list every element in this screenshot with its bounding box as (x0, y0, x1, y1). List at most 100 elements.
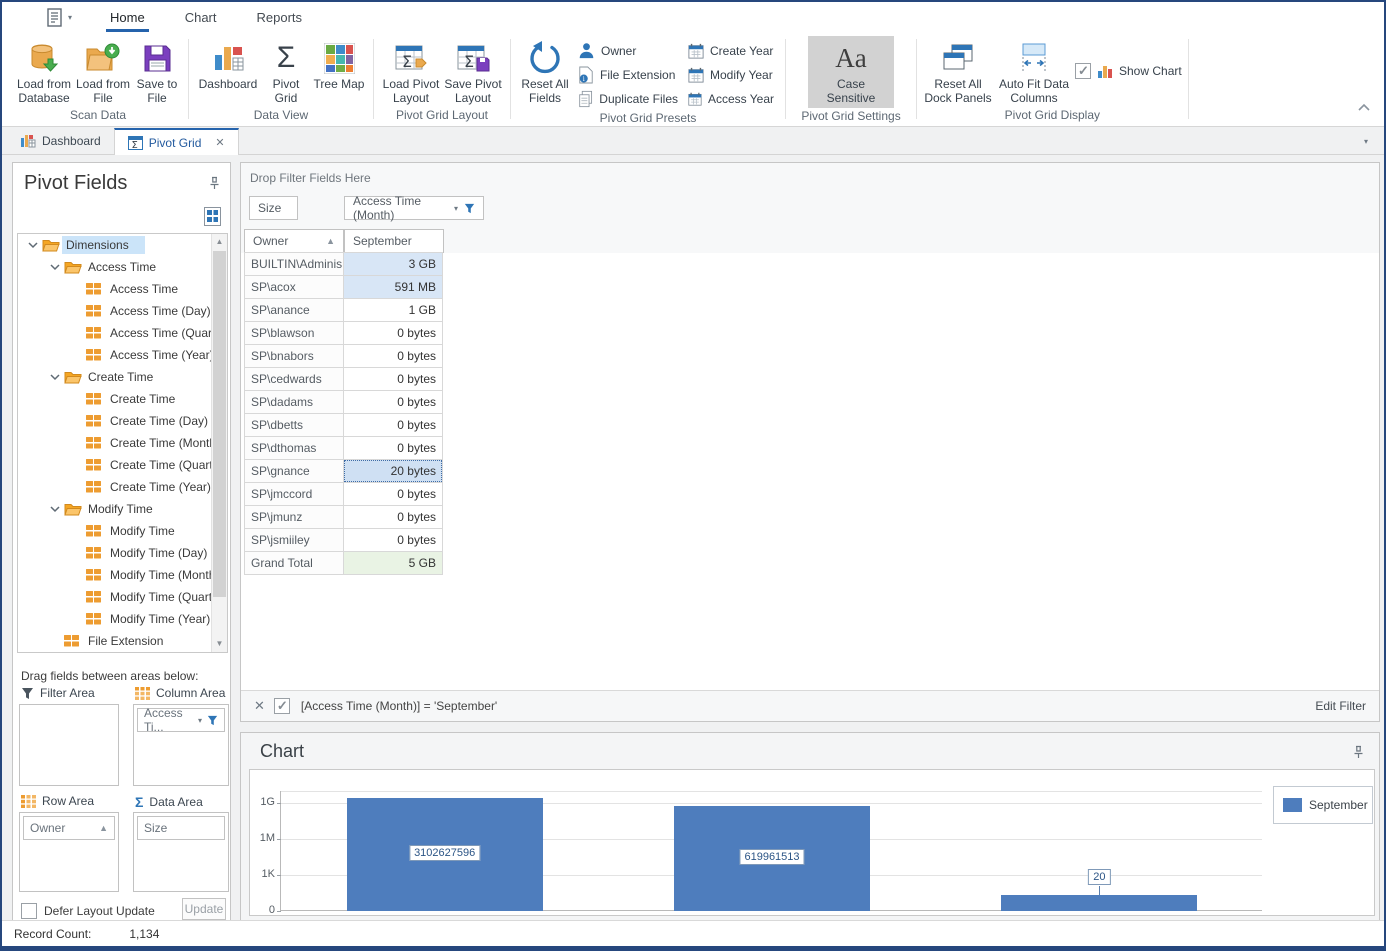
edit-filter-button[interactable]: Edit Filter (1315, 699, 1366, 713)
tree-item[interactable]: Create Time (18, 366, 211, 388)
load-from-file-button[interactable]: Load from File (74, 36, 132, 106)
file-extension-preset-button[interactable]: i File Extension (573, 63, 683, 86)
tree-item[interactable]: Access Time (Day) (18, 300, 211, 322)
tree-item[interactable]: Create Time (Quarter) (18, 454, 211, 476)
ribbon-tab-home[interactable]: Home (90, 5, 165, 30)
owner-preset-button[interactable]: Owner (573, 39, 683, 62)
row-area-box[interactable]: Owner ▲ (19, 812, 119, 892)
update-button[interactable]: Update (182, 898, 226, 920)
chart-bar[interactable] (1001, 895, 1197, 911)
data-cell[interactable]: 591 MB (343, 275, 443, 299)
data-cell[interactable]: 0 bytes (343, 390, 443, 414)
tree-item[interactable]: Create Time (Month) (18, 432, 211, 454)
column-header-september[interactable]: September (344, 229, 444, 253)
row-header-cell[interactable]: Grand Total (244, 551, 344, 575)
data-field-button[interactable]: Size (249, 196, 298, 220)
row-header-cell[interactable]: SP\anance (244, 298, 344, 322)
row-header-cell[interactable]: SP\jsmiiley (244, 528, 344, 552)
tree-item[interactable]: Create Time (Day) (18, 410, 211, 432)
tree-item[interactable]: Modify Time (18, 498, 211, 520)
data-cell[interactable]: 3 GB (343, 252, 443, 276)
dashboard-button[interactable]: Dashboard (195, 36, 261, 91)
tree-map-button[interactable]: Tree Map (311, 36, 367, 91)
show-chart-checkbox[interactable] (1075, 63, 1091, 79)
data-cell[interactable]: 0 bytes (343, 482, 443, 506)
data-cell[interactable]: 0 bytes (343, 344, 443, 368)
column-field-chip[interactable]: Access Ti... ▾ (137, 708, 225, 732)
save-pivot-layout-button[interactable]: Σ Save Pivot Layout (442, 36, 504, 106)
pin-icon[interactable] (1352, 745, 1365, 764)
data-cell[interactable]: 0 bytes (343, 505, 443, 529)
close-tab-icon[interactable]: ✕ (215, 136, 224, 149)
row-field-chip[interactable]: Owner ▲ (23, 816, 115, 840)
tab-pivot-grid[interactable]: Σ Pivot Grid ✕ (114, 128, 239, 155)
row-header-cell[interactable]: SP\acox (244, 275, 344, 299)
tree-item[interactable]: Modify Time (Month) (18, 564, 211, 586)
tree-item[interactable]: Dimensions (18, 234, 211, 256)
scroll-down-icon[interactable]: ▼ (212, 636, 227, 652)
pivot-grid-button[interactable]: Σ Pivot Grid (261, 36, 311, 106)
defer-layout-checkbox[interactable] (21, 903, 37, 919)
create-year-preset-button[interactable]: Create Year (683, 39, 779, 62)
scrollbar-thumb[interactable] (213, 251, 226, 597)
auto-fit-data-columns-button[interactable]: Auto Fit Data Columns (993, 36, 1075, 106)
chevron-down-icon[interactable] (46, 372, 64, 382)
row-header-cell[interactable]: SP\jmccord (244, 482, 344, 506)
field-list-layout-icon[interactable] (204, 207, 221, 229)
tree-item[interactable]: Modify Time (Year) (18, 608, 211, 630)
defer-layout-update-toggle[interactable]: Defer Layout Update (21, 903, 155, 919)
filter-header-area[interactable]: Drop Filter Fields Here Size Access Time… (241, 163, 1379, 253)
data-cell[interactable]: 5 GB (343, 551, 443, 575)
filter-area-box[interactable] (19, 704, 119, 786)
show-chart-toggle[interactable]: Show Chart (1075, 63, 1182, 79)
filter-enabled-checkbox[interactable] (274, 698, 290, 714)
tree-item[interactable]: Access Time (18, 278, 211, 300)
scroll-up-icon[interactable]: ▲ (212, 234, 227, 250)
row-header-cell[interactable]: SP\jmunz (244, 505, 344, 529)
row-field-button[interactable]: Owner ▲ (244, 229, 344, 253)
tree-item[interactable]: Modify Time (Quart... (18, 586, 211, 608)
data-cell[interactable]: 0 bytes (343, 413, 443, 437)
column-field-button[interactable]: Access Time (Month) ▾ (344, 196, 484, 220)
reset-all-dock-panels-button[interactable]: Reset All Dock Panels (923, 36, 993, 106)
data-cell[interactable]: 0 bytes (343, 367, 443, 391)
remove-filter-icon[interactable]: ✕ (254, 698, 265, 714)
row-header-cell[interactable]: SP\dthomas (244, 436, 344, 460)
data-cell[interactable]: 0 bytes (343, 321, 443, 345)
load-from-database-button[interactable]: Load from Database (14, 36, 74, 106)
modify-year-preset-button[interactable]: Modify Year (683, 63, 779, 86)
reset-all-fields-button[interactable]: Reset All Fields (517, 36, 573, 106)
case-sensitive-button[interactable]: Aa Case Sensitive (808, 36, 894, 108)
tree-item[interactable]: File Extension (18, 630, 211, 652)
load-pivot-layout-button[interactable]: Σ Load Pivot Layout (380, 36, 442, 106)
chevron-down-icon[interactable]: ▾ (198, 716, 202, 725)
data-cell[interactable]: 0 bytes (343, 528, 443, 552)
row-header-cell[interactable]: SP\dadams (244, 390, 344, 414)
tree-item[interactable]: Modify Time (Day) (18, 542, 211, 564)
duplicate-files-preset-button[interactable]: Duplicate Files (573, 87, 683, 110)
data-field-chip[interactable]: Size (137, 816, 225, 840)
row-header-cell[interactable]: SP\gnance (244, 459, 344, 483)
chevron-down-icon[interactable]: ▾ (454, 204, 458, 213)
row-header-cell[interactable]: BUILTIN\Adminis... (244, 252, 344, 276)
tree-item[interactable]: Create Time (Year) (18, 476, 211, 498)
row-header-cell[interactable]: SP\bnabors (244, 344, 344, 368)
tab-dashboard[interactable]: Dashboard (8, 128, 114, 154)
pin-icon[interactable] (208, 176, 221, 193)
app-menu-button[interactable]: ▾ (46, 8, 72, 27)
chevron-down-icon[interactable] (24, 240, 42, 250)
tree-item[interactable]: Modify Time (18, 520, 211, 542)
filter-funnel-icon[interactable] (464, 203, 475, 214)
chevron-down-icon[interactable] (46, 504, 64, 514)
column-area-box[interactable]: Access Ti... ▾ (133, 704, 229, 786)
ribbon-tab-chart[interactable]: Chart (165, 5, 237, 30)
collapse-ribbon-button[interactable] (1358, 98, 1370, 116)
data-cell[interactable]: 0 bytes (343, 436, 443, 460)
data-cell[interactable]: 20 bytes (343, 459, 443, 483)
tree-item[interactable]: Access Time (Quarter) (18, 322, 211, 344)
access-year-preset-button[interactable]: Access Year (683, 87, 779, 110)
data-cell[interactable]: 1 GB (343, 298, 443, 322)
row-header-cell[interactable]: SP\blawson (244, 321, 344, 345)
tree-item[interactable]: Access Time (18, 256, 211, 278)
tree-item[interactable]: Create Time (18, 388, 211, 410)
